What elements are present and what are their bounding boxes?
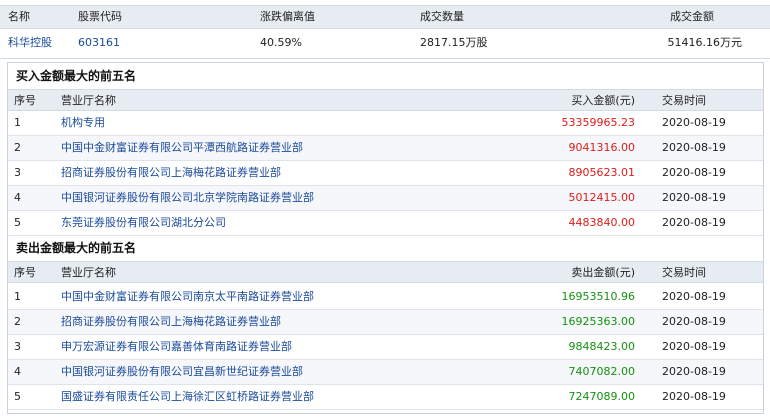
trade-date: 2020-08-19 (662, 340, 726, 353)
buy-column-header: 序号 营业厅名称 买入金额(元) 交易时间 (8, 89, 763, 111)
sell-row: 5 国盛证券有限责任公司上海徐汇区虹桥路证券营业部 7247089.00 202… (8, 385, 763, 410)
buy-row: 5 东莞证券股份有限公司湖北分公司 4483840.00 2020-08-19 (8, 211, 763, 236)
trade-date: 2020-08-19 (662, 166, 726, 179)
sell-col-amount: 卖出金额(元) (571, 266, 635, 279)
buy-amount: 4483840.00 (568, 216, 635, 229)
branch-link[interactable]: 中国中金财富证券有限公司平潭西航路证券营业部 (61, 136, 303, 160)
sell-column-header: 序号 营业厅名称 卖出金额(元) 交易时间 (8, 261, 763, 283)
row-no: 1 (14, 116, 21, 129)
trade-date: 2020-08-19 (662, 216, 726, 229)
trade-date: 2020-08-19 (662, 141, 726, 154)
header-volume: 成交数量 (420, 10, 464, 23)
buy-amount: 5012415.00 (568, 191, 635, 204)
buy-col-name: 营业厅名称 (61, 94, 116, 107)
volume-value: 2817.15万股 (420, 36, 488, 49)
buy-col-date: 交易时间 (662, 94, 706, 107)
branch-link[interactable]: 中国银河证券股份有限公司北京学院南路证券营业部 (61, 186, 314, 210)
stock-code-link[interactable]: 603161 (78, 29, 120, 57)
turnover-value: 51416.16万元 (667, 36, 743, 49)
buy-row: 4 中国银河证券股份有限公司北京学院南路证券营业部 5012415.00 202… (8, 186, 763, 211)
sell-amount: 7407082.00 (568, 365, 635, 378)
trade-date: 2020-08-19 (662, 116, 726, 129)
branch-link[interactable]: 中国银河证券股份有限公司宜昌新世纪证券营业部 (61, 360, 303, 384)
row-no: 1 (14, 290, 21, 303)
row-no: 4 (14, 191, 21, 204)
sell-amount: 7247089.00 (568, 390, 635, 403)
sell-row: 2 招商证券股份有限公司上海梅花路证券营业部 16925363.00 2020-… (8, 310, 763, 335)
sell-col-name: 营业厅名称 (61, 266, 116, 279)
sell-col-date: 交易时间 (662, 266, 706, 279)
seat-detail-panel: 买入金额最大的前五名 序号 营业厅名称 买入金额(元) 交易时间 1 机构专用 … (7, 62, 764, 414)
sell-amount: 16925363.00 (561, 315, 635, 328)
sell-row: 3 申万宏源证券有限公司嘉善体育南路证券营业部 9848423.00 2020-… (8, 335, 763, 360)
branch-link[interactable]: 招商证券股份有限公司上海梅花路证券营业部 (61, 310, 281, 334)
branch-link[interactable]: 国盛证券有限责任公司上海徐汇区虹桥路证券营业部 (61, 385, 314, 409)
trade-date: 2020-08-19 (662, 390, 726, 403)
row-no: 3 (14, 166, 21, 179)
stock-name-link[interactable]: 科华控股 (8, 29, 52, 57)
trade-date: 2020-08-19 (662, 290, 726, 303)
sell-section-title: 卖出金额最大的前五名 (16, 241, 137, 255)
sell-col-no: 序号 (14, 266, 36, 279)
sell-row: 1 中国中金财富证券有限公司南京太平南路证券营业部 16953510.96 20… (8, 285, 763, 310)
summary-header: 名称 股票代码 涨跌偏离值 成交数量 成交金额 (0, 5, 770, 29)
branch-link[interactable]: 招商证券股份有限公司上海梅花路证券营业部 (61, 161, 281, 185)
row-no: 2 (14, 141, 21, 154)
row-no: 5 (14, 390, 21, 403)
buy-amount: 53359965.23 (561, 116, 635, 129)
trade-date: 2020-08-19 (662, 365, 726, 378)
row-no: 3 (14, 340, 21, 353)
buy-col-amount: 买入金额(元) (571, 94, 635, 107)
deviation-value: 40.59% (260, 36, 302, 49)
summary-row: 科华控股 603161 40.59% 2817.15万股 51416.16万元 (0, 29, 770, 59)
buy-amount: 9041316.00 (568, 141, 635, 154)
buy-row: 1 机构专用 53359965.23 2020-08-19 (8, 111, 763, 136)
sell-amount: 16953510.96 (561, 290, 635, 303)
header-code: 股票代码 (78, 10, 122, 23)
branch-link[interactable]: 机构专用 (61, 111, 105, 135)
branch-link[interactable]: 中国中金财富证券有限公司南京太平南路证券营业部 (61, 285, 314, 309)
trade-date: 2020-08-19 (662, 191, 726, 204)
buy-row: 3 招商证券股份有限公司上海梅花路证券营业部 8905623.01 2020-0… (8, 161, 763, 186)
header-name: 名称 (8, 10, 30, 23)
header-turnover: 成交金额 (670, 10, 714, 23)
header-deviation: 涨跌偏离值 (260, 10, 315, 23)
buy-row: 2 中国中金财富证券有限公司平潭西航路证券营业部 9041316.00 2020… (8, 136, 763, 161)
row-no: 5 (14, 216, 21, 229)
row-no: 2 (14, 315, 21, 328)
branch-link[interactable]: 东莞证券股份有限公司湖北分公司 (61, 211, 226, 235)
buy-col-no: 序号 (14, 94, 36, 107)
row-no: 4 (14, 365, 21, 378)
trade-date: 2020-08-19 (662, 315, 726, 328)
sell-row: 4 中国银河证券股份有限公司宜昌新世纪证券营业部 7407082.00 2020… (8, 360, 763, 385)
sell-amount: 9848423.00 (568, 340, 635, 353)
buy-amount: 8905623.01 (568, 166, 635, 179)
branch-link[interactable]: 申万宏源证券有限公司嘉善体育南路证券营业部 (61, 335, 292, 359)
buy-section-title: 买入金额最大的前五名 (16, 69, 137, 83)
